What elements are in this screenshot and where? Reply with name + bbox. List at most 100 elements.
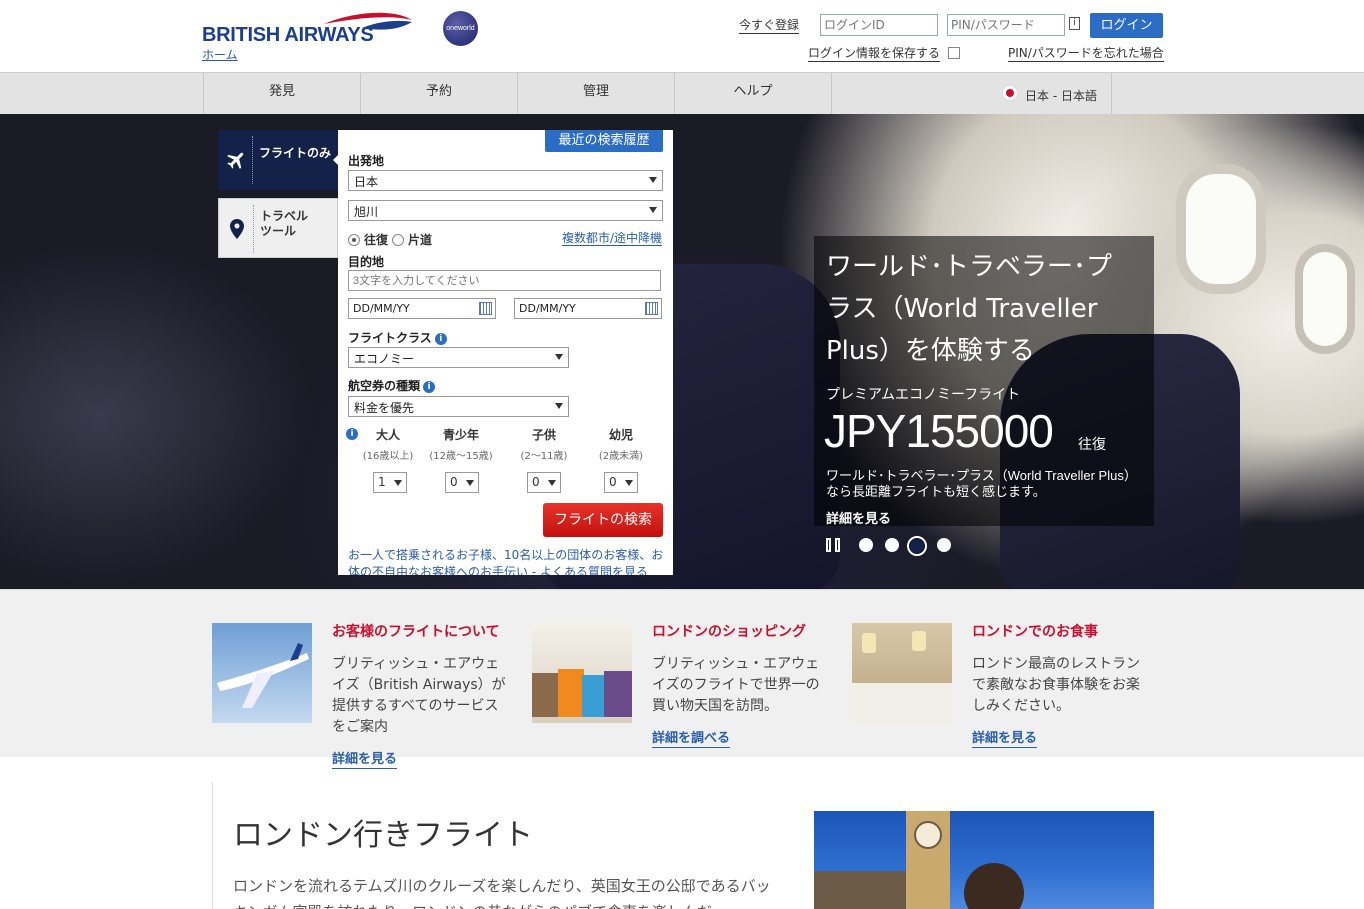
language-label: 日本 - 日本語 bbox=[1025, 89, 1097, 103]
search-flights-button[interactable]: フライトの検索 bbox=[543, 503, 663, 537]
tab-flight-label: フライトのみ bbox=[259, 146, 332, 160]
depart-date-placeholder: DD/MM/YY bbox=[353, 302, 410, 315]
pax-infant-age: (2歳未満) bbox=[598, 451, 644, 462]
child-count-select[interactable]: 0 bbox=[527, 472, 561, 493]
adult-count-value: 1 bbox=[378, 475, 386, 489]
ticket-type-select[interactable]: 料金を優先 bbox=[348, 396, 569, 417]
chevron-down-icon bbox=[649, 177, 657, 183]
destination-label: 目的地 bbox=[348, 255, 385, 269]
pin-password-input[interactable] bbox=[947, 14, 1065, 36]
nav-item-book[interactable]: 予約 bbox=[360, 73, 517, 115]
calendar-icon[interactable] bbox=[479, 302, 492, 315]
youth-count-select[interactable]: 0 bbox=[445, 472, 479, 493]
nav-item-help[interactable]: ヘルプ bbox=[674, 73, 831, 115]
oneworld-logo[interactable]: oneworld bbox=[443, 11, 478, 46]
carousel-dot[interactable] bbox=[859, 538, 873, 552]
save-login-label[interactable]: ログイン情報を保存する bbox=[808, 46, 941, 62]
destination-input[interactable] bbox=[348, 270, 661, 291]
login-button[interactable]: ログイン bbox=[1090, 13, 1163, 38]
promo-title: ワールド･トラベラー･プラス（World Traveller Plus）を体験す… bbox=[826, 252, 1113, 366]
pax-infant: 幼児 (2歳未満) bbox=[586, 426, 656, 462]
nav-item-discover[interactable]: 発見 bbox=[203, 73, 360, 115]
pax-youth-title: 青少年 bbox=[442, 428, 479, 442]
depart-date-input[interactable]: DD/MM/YY bbox=[348, 298, 496, 319]
pax-infant-title: 幼児 bbox=[608, 428, 633, 442]
adult-count-select[interactable]: 1 bbox=[373, 472, 407, 493]
carousel-controls bbox=[826, 536, 966, 556]
round-trip-label: 往復 bbox=[364, 233, 389, 247]
shopping-photo[interactable] bbox=[532, 623, 632, 723]
japan-flag-icon bbox=[1002, 85, 1018, 101]
card-title[interactable]: ロンドンのショッピング bbox=[652, 621, 806, 641]
child-count-value: 0 bbox=[532, 475, 540, 489]
nav-item-manage[interactable]: 管理 bbox=[517, 73, 674, 115]
home-link[interactable]: ホーム bbox=[202, 46, 238, 63]
tab-divider bbox=[253, 205, 254, 253]
language-selector[interactable]: 日本 - 日本語 bbox=[831, 73, 1112, 115]
promo-price: JPY155000 bbox=[824, 405, 1054, 457]
card-title[interactable]: ロンドンでのお食事 bbox=[972, 621, 1098, 641]
info-icon[interactable]: i bbox=[434, 333, 447, 345]
origin-city-select[interactable]: 旭川 bbox=[348, 200, 663, 221]
multi-city-link[interactable]: 複数都市/途中降機 bbox=[562, 231, 663, 246]
class-label-text: フライトクラス bbox=[348, 331, 432, 345]
card-body: ブリティッシュ・エアウェイズのフライトで世界一の買い物天国を訪問。 bbox=[652, 656, 820, 714]
forgot-pin-link[interactable]: PIN/パスワードを忘れた場合 bbox=[1008, 46, 1164, 62]
cabin-class-select[interactable]: エコノミー bbox=[348, 347, 569, 368]
recent-searches-button[interactable]: 最近の検索履歴 bbox=[545, 130, 663, 152]
carousel-dot-active[interactable] bbox=[907, 536, 927, 556]
carousel-pause-icon[interactable] bbox=[826, 537, 842, 553]
pax-child-title: 子供 bbox=[531, 428, 556, 442]
airplane-photo[interactable] bbox=[212, 623, 312, 723]
pax-adult: 大人 (16歳以上) bbox=[353, 426, 423, 462]
british-airways-logo[interactable]: BRITISH AIRWAYS bbox=[202, 10, 417, 50]
chevron-down-icon bbox=[466, 480, 474, 486]
card-link[interactable]: 詳細を調べる bbox=[652, 730, 731, 748]
one-way-radio[interactable] bbox=[392, 234, 404, 246]
carousel-dot[interactable] bbox=[937, 538, 951, 552]
london-heading: ロンドン行きフライト bbox=[233, 818, 533, 853]
promo-subtitle: プレミアムエコノミーフライト bbox=[826, 387, 1021, 403]
carousel-dot[interactable] bbox=[885, 538, 899, 552]
return-date-input[interactable]: DD/MM/YY bbox=[514, 298, 662, 319]
calendar-icon[interactable] bbox=[645, 302, 658, 315]
special-assistance-link[interactable]: お一人で搭乗されるお子様、10名以上の団体のお客様、お体の不自由なお客様へのお手… bbox=[348, 547, 666, 575]
dining-photo[interactable] bbox=[852, 623, 952, 723]
card-title[interactable]: お客様のフライトについて bbox=[332, 621, 500, 641]
origin-country-select[interactable]: 日本 bbox=[348, 170, 663, 191]
tab-divider bbox=[252, 136, 253, 184]
promo-details-link[interactable]: 詳細を見る bbox=[826, 508, 891, 527]
pax-child: 子供 (2～11歳) bbox=[509, 426, 579, 462]
register-link[interactable]: 今すぐ登録 bbox=[739, 18, 800, 34]
card-link[interactable]: 詳細を見る bbox=[332, 751, 398, 769]
login-id-input[interactable] bbox=[820, 14, 938, 36]
ticket-type-value: 料金を優先 bbox=[354, 401, 415, 415]
card-body: ロンドン最高のレストランで素敵なお食事体験をお楽しみください。 bbox=[972, 656, 1140, 714]
save-login-checkbox[interactable] bbox=[948, 47, 960, 59]
card-link[interactable]: 詳細を見る bbox=[972, 730, 1038, 748]
pax-adult-title: 大人 bbox=[375, 428, 400, 442]
round-trip-radio[interactable] bbox=[348, 234, 360, 246]
chevron-down-icon bbox=[394, 480, 402, 486]
pin-info-icon[interactable]: i bbox=[1069, 17, 1080, 30]
return-date-placeholder: DD/MM/YY bbox=[519, 302, 576, 315]
info-icon[interactable]: i bbox=[423, 381, 436, 393]
airplane-icon bbox=[227, 152, 244, 169]
ticket-type-label-text: 航空券の種類 bbox=[348, 379, 421, 393]
chevron-down-icon bbox=[625, 480, 633, 486]
speedmarque-icon bbox=[324, 12, 412, 30]
feature-cards: お客様のフライトについて ブリティッシュ・エアウェイズ（British Airw… bbox=[0, 589, 1364, 769]
pax-youth: 青少年 (12歳～15歳) bbox=[426, 426, 496, 462]
cabin-window-image bbox=[1295, 244, 1355, 354]
london-photo[interactable] bbox=[814, 811, 1154, 909]
pax-adult-age: (16歳以上) bbox=[362, 451, 414, 462]
section-divider bbox=[212, 782, 213, 909]
promo-trip-type: 往復 bbox=[1078, 437, 1106, 453]
airplane-illustration-icon bbox=[217, 643, 309, 708]
infant-count-select[interactable]: 0 bbox=[604, 472, 638, 493]
pax-child-age: (2～11歳) bbox=[520, 451, 568, 462]
tab-flight-only[interactable]: フライトのみ bbox=[218, 130, 339, 190]
origin-label: 出発地 bbox=[348, 154, 385, 168]
tab-travel-tools[interactable]: トラベル ツール bbox=[218, 198, 338, 258]
chevron-down-icon bbox=[555, 354, 563, 360]
